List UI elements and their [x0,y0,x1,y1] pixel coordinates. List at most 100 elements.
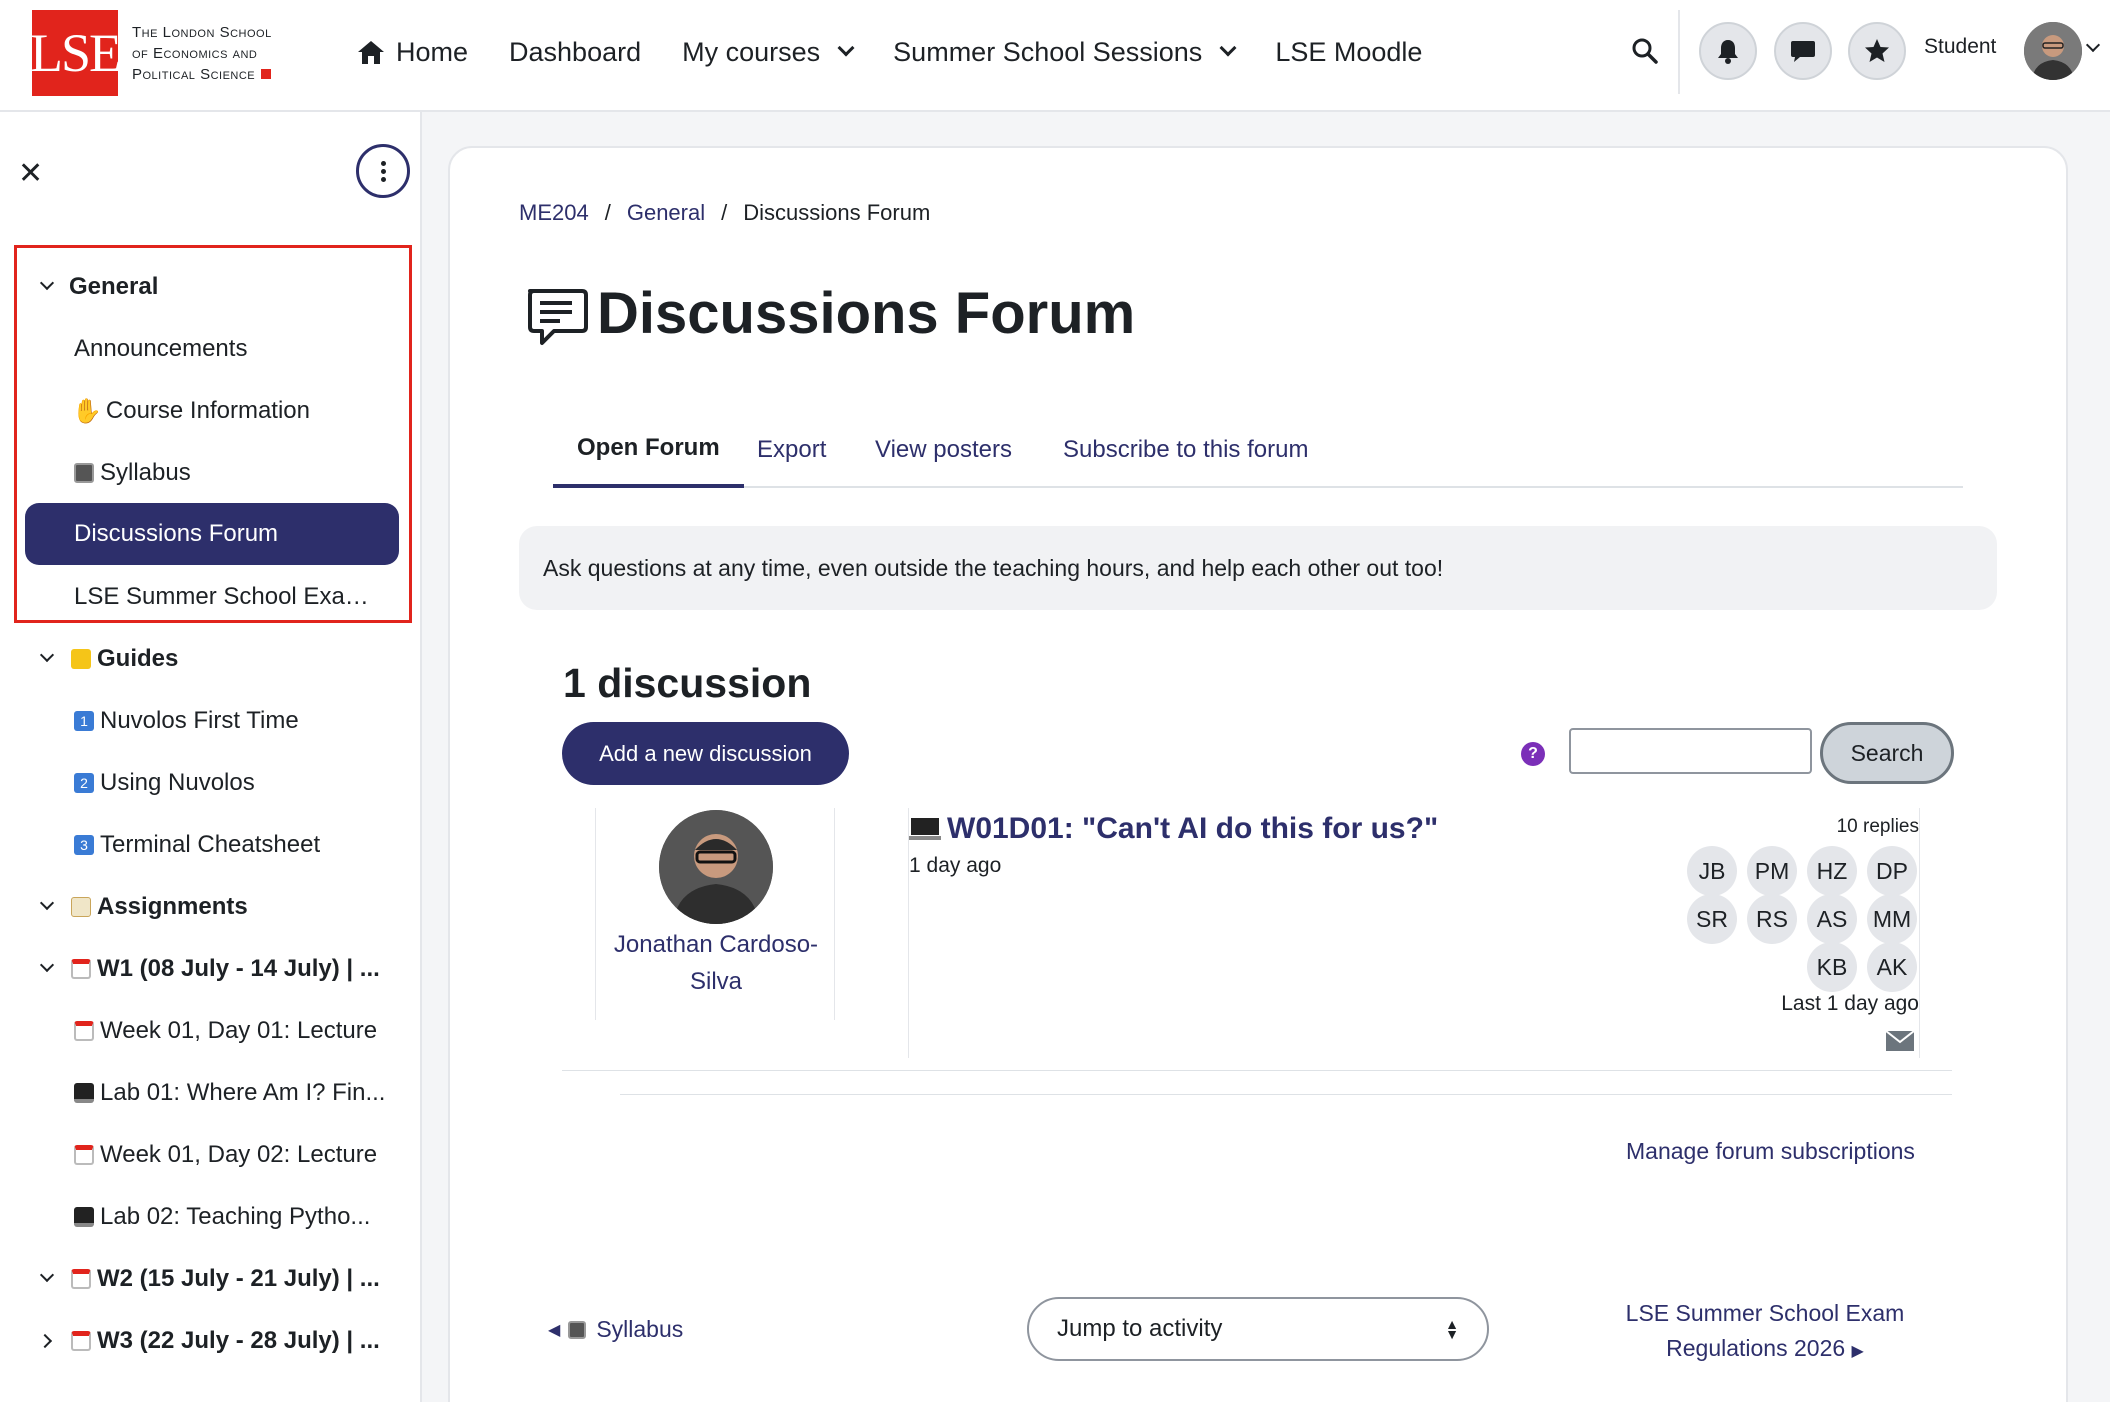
star-icon [1865,39,1889,62]
sidebar-item-announcements[interactable]: Announcements [0,324,422,374]
keycap-1-icon: 1 [74,711,94,731]
breadcrumb-section[interactable]: General [627,200,705,226]
chevron-down-icon[interactable] [39,957,55,973]
chevron-down-icon[interactable] [2085,37,2101,53]
chevron-down-icon[interactable] [39,895,55,911]
mail-icon[interactable] [1885,1030,1915,1052]
breadcrumb: ME204 / General / Discussions Forum [519,200,930,226]
chevron-down-icon[interactable] [39,1267,55,1283]
chevron-down-icon [837,39,855,57]
replier-avatar[interactable]: PM [1747,846,1797,896]
hand-icon: ✋ [72,397,102,425]
breadcrumb-separator: / [604,200,611,225]
calendar-icon [71,959,91,979]
sidebar-section-w2[interactable]: W2 (15 July - 21 July) | ... [0,1254,422,1304]
help-icon[interactable]: ? [1521,742,1545,766]
select-arrows-icon: ▲ ▼ [1445,1316,1459,1342]
replier-avatar[interactable]: HZ [1807,846,1857,896]
chevron-down-icon[interactable] [39,275,55,291]
replier-avatar[interactable]: MM [1867,894,1917,944]
search-icon[interactable] [1630,36,1660,66]
drawer-options-button[interactable] [356,144,410,198]
nav-my-courses[interactable]: My courses [682,37,855,68]
tab-view-posters[interactable]: View posters [875,412,1012,488]
avatar[interactable] [2024,22,2082,80]
laptop-icon [74,1207,94,1227]
sidebar-item-w1d1-lecture[interactable]: Week 01, Day 01: Lecture [0,1006,422,1056]
breadcrumb-current: Discussions Forum [743,200,931,225]
sidebar-item-discussions-forum[interactable]: Discussions Forum [0,509,422,559]
sidebar-item-nuvolos-first-time[interactable]: 1 Nuvolos First Time [0,696,422,746]
home-icon [358,41,384,64]
calendar-icon [74,1021,94,1041]
manage-subscriptions-link[interactable]: Manage forum subscriptions [1626,1138,1915,1165]
close-drawer-button[interactable]: ✕ [18,156,43,191]
notebook-icon [74,463,94,483]
tab-open-forum[interactable]: Open Forum [553,412,744,488]
sidebar-section-w3[interactable]: W3 (22 July - 28 July) | ... [0,1316,422,1366]
lse-logo[interactable]: LSE The London School of Economics and P… [30,10,272,96]
laptop-icon [74,1083,94,1103]
post-author: Jonathan Cardoso-Silva [595,808,835,1020]
folder-icon [71,649,91,669]
reply-count: 10 replies [1836,816,1919,837]
forum-tabs: Open Forum Export View posters Subscribe… [553,412,1963,488]
calendar-icon [71,1331,91,1351]
discussion-time: 1 day ago [909,854,1002,877]
sidebar-item-lab02[interactable]: Lab 02: Teaching Pytho... [0,1192,422,1242]
replier-avatar[interactable]: SR [1687,894,1737,944]
breadcrumb-course[interactable]: ME204 [519,200,589,226]
sidebar-item-w1d2-lecture[interactable]: Week 01, Day 02: Lecture [0,1130,422,1180]
top-navbar: LSE The London School of Economics and P… [0,0,2110,112]
next-activity-link[interactable]: LSE Summer School Exam Regulations 2026 … [1620,1296,1910,1369]
replier-avatar[interactable]: AS [1807,894,1857,944]
calendar-icon [74,1145,94,1165]
sidebar-item-terminal-cheatsheet[interactable]: 3 Terminal Cheatsheet [0,820,422,870]
nav-lse-moodle[interactable]: LSE Moodle [1275,37,1422,68]
primary-nav: Home Dashboard My courses Summer School … [356,0,1422,104]
previous-activity-link[interactable]: ◀ Syllabus [548,1316,683,1343]
message-icon [1791,41,1815,62]
sidebar-item-syllabus[interactable]: Syllabus [0,448,422,498]
tab-subscribe[interactable]: Subscribe to this forum [1063,412,1308,488]
sidebar-section-guides[interactable]: Guides [0,634,422,684]
sidebar-section-general[interactable]: General [0,262,422,312]
discussion-title[interactable]: W01D01: "Can't AI do this for us?" [947,812,1438,846]
notifications-button[interactable] [1699,22,1757,80]
sidebar-item-course-information[interactable]: ✋ Course Information [0,386,422,436]
nav-summer-sessions[interactable]: Summer School Sessions [893,37,1237,68]
chevron-down-icon [1219,39,1237,57]
starred-button[interactable] [1848,22,1906,80]
author-name[interactable]: Jonathan Cardoso-Silva [596,926,836,1000]
sidebar-section-assignments[interactable]: Assignments [0,882,422,932]
breadcrumb-separator: / [721,200,728,225]
user-name[interactable]: Student [1924,35,1996,59]
last-post-time: Last 1 day ago [1781,992,1919,1015]
sidebar-item-using-nuvolos[interactable]: 2 Using Nuvolos [0,758,422,808]
keycap-2-icon: 2 [74,773,94,793]
messages-button[interactable] [1774,22,1832,80]
sidebar-section-w1[interactable]: W1 (08 July - 14 July) | ... [0,944,422,994]
replier-avatar[interactable]: KB [1807,942,1857,992]
add-discussion-button[interactable]: Add a new discussion [562,722,849,785]
replier-avatar[interactable]: JB [1687,846,1737,896]
chevron-down-icon[interactable] [39,647,55,663]
logo-text: The London School of Economics and Polit… [132,23,272,83]
avatar[interactable] [659,810,773,924]
replier-avatar[interactable]: AK [1867,942,1917,992]
discussion-row: W01D01: "Can't AI do this for us?" 1 day… [908,808,1920,1058]
search-button[interactable]: Search [1820,722,1954,784]
sidebar-item-exam-regulations[interactable]: LSE Summer School Exam ... [0,572,422,622]
search-input[interactable] [1569,728,1812,774]
chevron-right-icon[interactable] [37,1333,53,1349]
replier-avatar[interactable]: RS [1747,894,1797,944]
nav-dashboard[interactable]: Dashboard [509,37,641,68]
jump-to-activity-select[interactable]: Jump to activity ▲ ▼ [1027,1297,1489,1361]
sidebar-item-lab01[interactable]: Lab 01: Where Am I? Fin... [0,1068,422,1118]
replier-avatar[interactable]: DP [1867,846,1917,896]
computer-icon [909,818,941,840]
nav-home[interactable]: Home [356,37,468,68]
logo-mark: LSE [30,10,122,96]
tab-export[interactable]: Export [757,412,826,488]
discussion-count: 1 discussion [563,660,812,706]
